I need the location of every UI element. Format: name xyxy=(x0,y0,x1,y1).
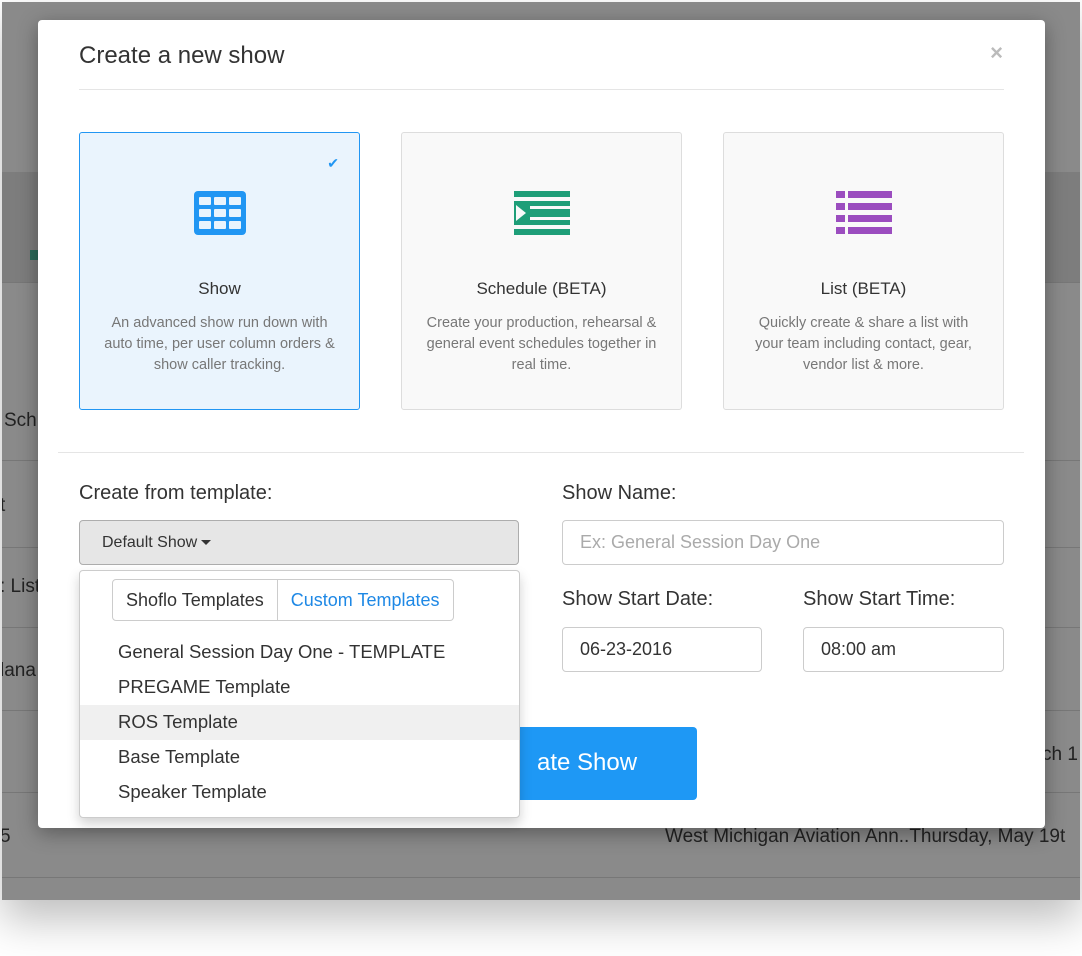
template-menu-item[interactable]: ROS Template xyxy=(80,705,519,740)
show-type-card-show[interactable]: ✔ Show An advanced show run down with au… xyxy=(79,132,360,410)
template-menu-item[interactable]: General Session Day One - TEMPLATE xyxy=(80,635,519,670)
grid-icon xyxy=(193,191,246,240)
card-title: List (BETA) xyxy=(820,279,907,298)
template-menu-item[interactable]: PREGAME Template xyxy=(80,670,519,705)
template-selected-value: Default Show xyxy=(102,534,198,551)
template-tabs: Shoflo Templates Custom Templates xyxy=(112,579,454,621)
show-type-card-list[interactable]: List (BETA) Quickly create & share a lis… xyxy=(723,132,1004,410)
divider xyxy=(2,877,1080,878)
tab-custom-templates[interactable]: Custom Templates xyxy=(277,579,454,621)
background-row-text: West Michigan Aviation Ann..Thursday, Ma… xyxy=(665,826,1066,847)
template-label: Create from template: xyxy=(79,482,273,504)
tab-shoflo-templates[interactable]: Shoflo Templates xyxy=(112,579,278,621)
background-row-text: ch 1 xyxy=(1042,744,1078,765)
card-description: Create your production, rehearsal & gene… xyxy=(426,315,657,373)
card-title: Show xyxy=(198,279,241,298)
start-date-input[interactable]: 06-23-2016 xyxy=(562,627,762,672)
background-row-text: Sch xyxy=(4,410,37,431)
modal-title: Create a new show xyxy=(79,42,285,69)
background-row-text: lana xyxy=(2,660,36,681)
template-select-button[interactable]: Default Show xyxy=(79,520,519,565)
caret-down-icon xyxy=(201,540,212,546)
start-date-label: Show Start Date: xyxy=(562,588,714,610)
divider xyxy=(58,452,1024,453)
template-menu-item[interactable]: Speaker Template xyxy=(80,775,519,810)
template-menu-item[interactable]: Base Template xyxy=(80,740,519,775)
card-description: An advanced show run down with auto time… xyxy=(104,315,335,373)
start-time-label: Show Start Time: xyxy=(803,588,956,610)
background-row-text: : List xyxy=(2,576,41,597)
start-time-input[interactable]: 08:00 am xyxy=(803,627,1004,672)
card-title: Schedule (BETA) xyxy=(476,279,607,298)
show-name-label: Show Name: xyxy=(562,482,677,504)
schedule-icon xyxy=(513,191,570,240)
create-show-button-label: ate Show xyxy=(537,749,638,776)
card-description: Quickly create & share a list with your … xyxy=(755,315,972,373)
background-row-text: 5 xyxy=(2,826,11,847)
divider xyxy=(79,89,1004,90)
close-icon[interactable]: × xyxy=(990,40,1003,66)
list-icon xyxy=(835,191,892,240)
create-show-modal: Create a new show × ✔ Show An advanced s… xyxy=(38,20,1045,828)
show-type-card-schedule[interactable]: Schedule (BETA) Create your production, … xyxy=(401,132,682,410)
background-row-text: t xyxy=(2,495,6,516)
template-dropdown-menu: Shoflo Templates Custom Templates Genera… xyxy=(79,570,520,818)
show-name-input[interactable]: Ex: General Session Day One xyxy=(562,520,1004,565)
checkmark-icon: ✔ xyxy=(327,155,339,171)
